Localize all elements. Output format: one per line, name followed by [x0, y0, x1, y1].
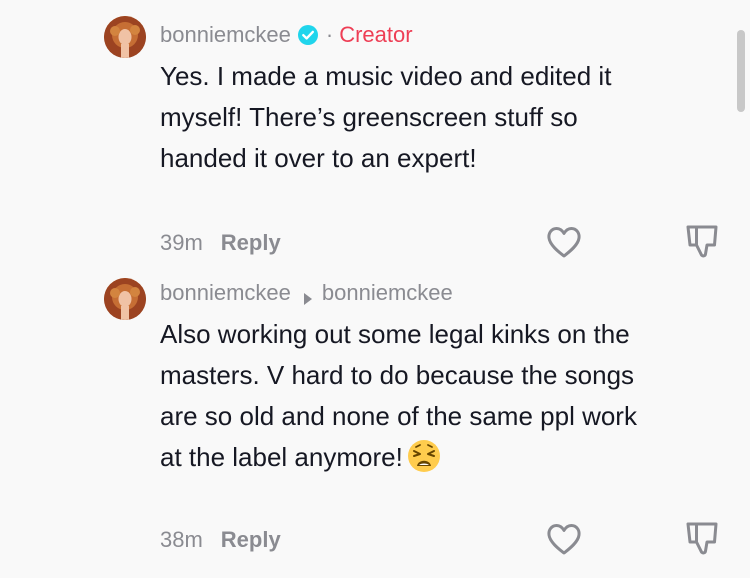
avatar-image [104, 16, 146, 58]
reply-button[interactable]: Reply [221, 230, 281, 256]
comment-text: Yes. I made a music video and edited it … [160, 61, 612, 173]
like-icon[interactable] [546, 522, 582, 556]
comment-header: bonniemckee bonniemckee [160, 277, 453, 309]
comment-item: bonniemckee · Creator Yes. I made a musi… [0, 0, 750, 278]
username[interactable]: bonniemckee [160, 280, 291, 306]
scrollbar-thumb[interactable] [737, 30, 745, 112]
dislike-icon[interactable] [684, 223, 720, 259]
comment-header: bonniemckee · Creator [160, 19, 413, 51]
comment-text: Also working out some legal kinks on the… [160, 314, 640, 478]
comment-meta: 38m Reply [160, 525, 281, 555]
weary-face-emoji [407, 439, 441, 473]
comment-item: bonniemckee bonniemckee Also working out… [0, 270, 750, 570]
comment-time: 39m [160, 230, 203, 255]
reply-to-username[interactable]: bonniemckee [322, 280, 453, 306]
comment-text-content: Also working out some legal kinks on the… [160, 319, 637, 472]
creator-badge: Creator [339, 22, 413, 47]
avatar[interactable] [104, 16, 146, 58]
separator-dot: · [325, 22, 334, 47]
avatar[interactable] [104, 278, 146, 320]
dislike-icon[interactable] [684, 520, 720, 556]
username[interactable]: bonniemckee [160, 22, 291, 48]
reply-arrow-icon [303, 286, 313, 305]
like-icon[interactable] [546, 225, 582, 259]
comments-screen: bonniemckee · Creator Yes. I made a musi… [0, 0, 750, 578]
verified-icon [297, 24, 319, 46]
comment-meta: 39m Reply [160, 228, 281, 258]
reply-button[interactable]: Reply [221, 527, 281, 553]
comment-time: 38m [160, 527, 203, 552]
avatar-image [104, 278, 146, 320]
